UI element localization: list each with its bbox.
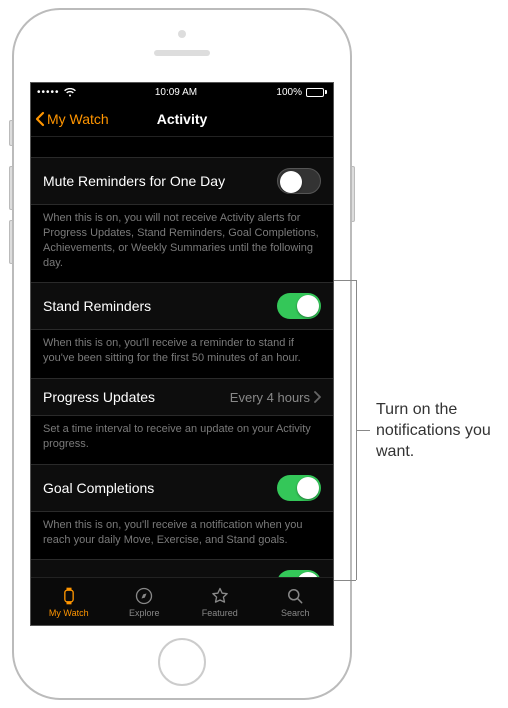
row-progress-updates[interactable]: Progress Updates Every 4 hours [31, 378, 333, 416]
row-label: Goal Completions [43, 480, 154, 496]
row-goal-completions[interactable]: Goal Completions [31, 464, 333, 512]
nav-bar: My Watch Activity [31, 101, 333, 137]
row-mute-reminders[interactable]: Mute Reminders for One Day [31, 157, 333, 205]
star-icon [210, 586, 230, 606]
tab-label: Featured [202, 608, 238, 618]
tab-bar: My Watch Explore Featured Search [31, 577, 333, 625]
tab-featured[interactable]: Featured [182, 578, 258, 625]
ringer-switch [9, 120, 13, 146]
row-stand-reminders[interactable]: Stand Reminders [31, 282, 333, 330]
tab-explore[interactable]: Explore [107, 578, 183, 625]
row-value-progress: Every 4 hours [230, 390, 310, 405]
row-desc-progress: Set a time interval to receive an update… [31, 416, 333, 464]
row-desc-mute: When this is on, you will not receive Ac… [31, 205, 333, 282]
front-camera [178, 30, 186, 38]
screen: ••••• 10:09 AM 100% My Watch Activity [30, 82, 334, 626]
chevron-right-icon [314, 391, 321, 403]
compass-icon [134, 586, 154, 606]
toggle-stand-reminders[interactable] [277, 293, 321, 319]
battery-pct: 100% [276, 87, 302, 98]
callout-connector [334, 580, 356, 581]
row-achievements[interactable]: Achievements [31, 559, 333, 577]
tab-label: Search [281, 608, 310, 618]
toggle-mute-reminders[interactable] [277, 168, 321, 194]
settings-list[interactable]: Mute Reminders for One Day When this is … [31, 137, 333, 577]
chevron-left-icon [35, 111, 45, 127]
row-label: Progress Updates [43, 389, 155, 405]
toggle-goal-completions[interactable] [277, 475, 321, 501]
tab-label: Explore [129, 608, 160, 618]
tab-search[interactable]: Search [258, 578, 334, 625]
battery-icon [306, 88, 327, 97]
tab-label: My Watch [49, 608, 89, 618]
status-bar: ••••• 10:09 AM 100% [31, 83, 333, 101]
volume-down [9, 220, 13, 264]
earpiece-speaker [154, 50, 210, 56]
row-desc-goal: When this is on, you'll receive a notifi… [31, 512, 333, 560]
row-desc-stand: When this is on, you'll receive a remind… [31, 330, 333, 378]
phone-frame: ••••• 10:09 AM 100% My Watch Activity [12, 8, 352, 700]
signal-dots-icon: ••••• [37, 87, 60, 98]
wifi-icon [64, 88, 76, 97]
callout-connector [334, 280, 356, 281]
search-icon [285, 586, 305, 606]
back-label: My Watch [47, 111, 109, 127]
watch-icon [59, 586, 79, 606]
tab-my-watch[interactable]: My Watch [31, 578, 107, 625]
power-button [351, 166, 355, 222]
callout-leader [356, 430, 370, 431]
volume-up [9, 166, 13, 210]
row-label: Stand Reminders [43, 298, 151, 314]
back-button[interactable]: My Watch [31, 111, 109, 127]
home-button[interactable] [158, 638, 206, 686]
status-time: 10:09 AM [155, 87, 197, 98]
row-label: Mute Reminders for One Day [43, 173, 225, 189]
callout-text: Turn on the notifications you want. [376, 400, 496, 462]
